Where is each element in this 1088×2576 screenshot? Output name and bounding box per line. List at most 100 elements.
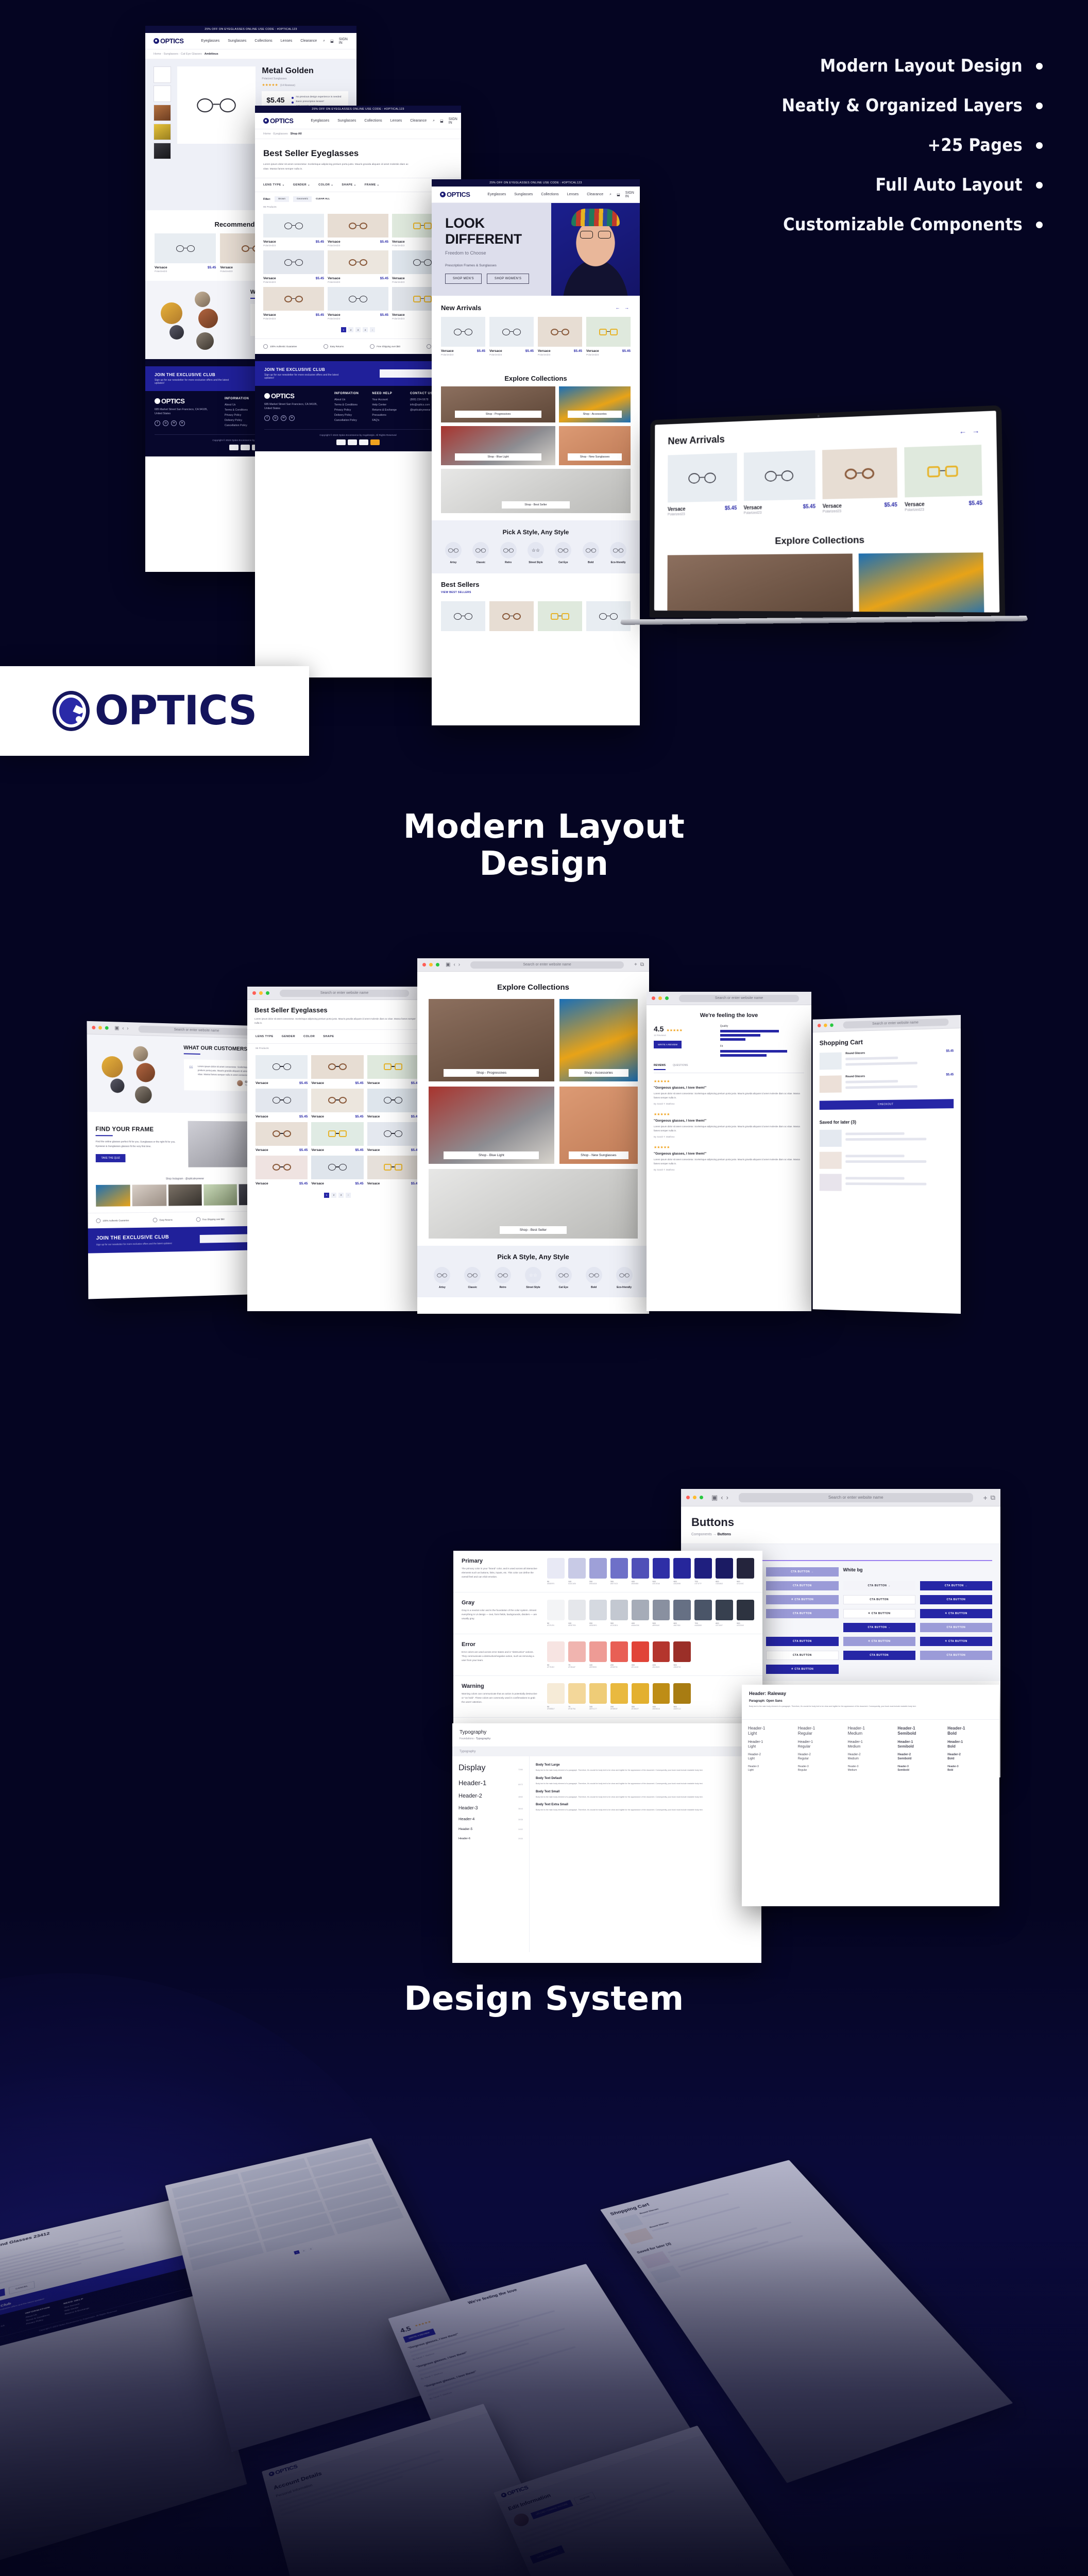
product-card[interactable]: Versace Polarized23 $5.45: [586, 317, 631, 356]
copy-icon[interactable]: ⧉: [640, 962, 644, 968]
bag-icon[interactable]: ⬓: [617, 193, 620, 197]
color-swatch[interactable]: 900 #24243C: [737, 1558, 755, 1585]
color-swatch[interactable]: 50 #F6EBD7: [547, 1683, 565, 1710]
page-next[interactable]: ›: [370, 327, 375, 333]
tab-questions[interactable]: QUESTIONS: [673, 1064, 688, 1070]
footer-link[interactable]: Privacy Policy: [334, 409, 359, 412]
filter-color[interactable]: COLOR: [303, 1035, 315, 1038]
product-card[interactable]: Versace $5.45: [367, 1122, 419, 1152]
tab-reviews[interactable]: REVIEWS: [654, 1064, 666, 1070]
nav-item-collections[interactable]: Collections: [364, 119, 382, 123]
product-card[interactable]: Versace $5.45: [311, 1122, 364, 1152]
cta-button-icon-light[interactable]: ⚘ CTA BUTTON: [843, 1636, 915, 1646]
color-swatch[interactable]: 100 #C8CAE6: [568, 1558, 586, 1585]
style-item[interactable]: Eco-friendly: [606, 542, 631, 564]
footer-link[interactable]: Returns & Exchange: [372, 409, 397, 412]
facebook-icon[interactable]: f: [155, 420, 160, 426]
product-card[interactable]: [489, 601, 534, 631]
style-item[interactable]: Retro: [496, 542, 521, 564]
color-swatch[interactable]: 800 #37404F: [716, 1600, 734, 1626]
product-card[interactable]: Versace Polarized23 $5.45: [538, 317, 582, 356]
color-swatch[interactable]: 900 #2D3340: [737, 1600, 755, 1626]
page-next[interactable]: ›: [346, 1192, 351, 1198]
product-card[interactable]: Versace $5.45: [311, 1155, 364, 1185]
product-card[interactable]: Versace $5.45: [256, 1155, 308, 1185]
cta-button-icon[interactable]: ⚘ CTA BUTTON: [920, 1608, 992, 1618]
footer-link[interactable]: Help Center: [372, 403, 397, 406]
product-card[interactable]: Versace Polarized23 $5.45: [822, 447, 897, 514]
color-swatch[interactable]: 75 #F0B4AF: [568, 1641, 586, 1668]
nav-item-clearance[interactable]: Clearance: [300, 39, 317, 43]
close-icon[interactable]: [652, 996, 655, 1000]
footer-link[interactable]: Delivery Policy: [334, 414, 359, 417]
instagram-icon[interactable]: ◎: [273, 415, 278, 421]
style-item[interactable]: Cat Eye: [551, 542, 575, 564]
color-swatch[interactable]: 500 #2E2EA6: [652, 1558, 670, 1585]
style-item[interactable]: ☆☆ Street Style: [520, 1267, 547, 1289]
product-card[interactable]: Versace $5.45: [256, 1088, 308, 1118]
cta-button-arrow-light[interactable]: CTA BUTTON →: [766, 1567, 839, 1577]
style-item[interactable]: Bold: [580, 1267, 607, 1289]
footer-link[interactable]: (800) 234-5678: [410, 398, 433, 401]
minimize-icon[interactable]: [429, 963, 433, 967]
footer-link[interactable]: About Us: [334, 398, 359, 401]
sign-in-link[interactable]: SIGN IN: [339, 38, 348, 45]
color-swatch[interactable]: 600 #667084: [673, 1600, 691, 1626]
color-swatch[interactable]: 400 #B4352D: [652, 1641, 670, 1668]
instagram-photo[interactable]: [203, 1184, 237, 1206]
collection-card[interactable]: Shop - New Sunglasses: [559, 1087, 638, 1164]
page-4[interactable]: 4: [363, 327, 368, 333]
nav-item-lenses[interactable]: Lenses: [567, 193, 579, 196]
nav-item-clearance[interactable]: Clearance: [587, 193, 603, 196]
search-icon[interactable]: ⌕: [323, 39, 325, 43]
forward-icon[interactable]: ›: [127, 1026, 128, 1031]
cta-button-white[interactable]: CTA BUTTON: [843, 1595, 915, 1604]
color-swatch[interactable]: 300 #E3B02F: [631, 1683, 649, 1710]
product-card[interactable]: Versace Polarized23 $5.45: [743, 450, 815, 515]
close-icon[interactable]: [817, 1024, 821, 1028]
color-swatch[interactable]: 50 #F7E4E2: [547, 1641, 565, 1668]
color-swatch[interactable]: 50 #F3F4F6: [547, 1600, 565, 1626]
product-card[interactable]: [538, 601, 582, 631]
back-icon[interactable]: ‹: [122, 1026, 124, 1031]
instagram-photo[interactable]: [168, 1184, 202, 1206]
product-card[interactable]: Versace $5.45: [256, 1122, 308, 1152]
color-swatch[interactable]: 200 #E85F55: [610, 1641, 628, 1668]
sidebar-icon[interactable]: ▣: [114, 1025, 119, 1031]
cta-button-white[interactable]: CTA BUTTON: [766, 1650, 839, 1660]
color-swatch[interactable]: 100 #EE9B95: [589, 1641, 607, 1668]
close-icon[interactable]: [252, 991, 256, 995]
close-icon[interactable]: [422, 963, 426, 967]
cta-button-arrow[interactable]: CTA BUTTON →: [843, 1622, 915, 1632]
color-swatch[interactable]: 600 #26269B: [673, 1558, 691, 1585]
filter-lens-type[interactable]: LENS TYPE ⌄: [263, 183, 285, 187]
product-card[interactable]: Versace $5.45: [311, 1055, 364, 1085]
instagram-photo[interactable]: [132, 1184, 167, 1207]
copy-icon[interactable]: ⧉: [991, 1494, 995, 1502]
cta-button-white-arrow[interactable]: CTA BUTTON →: [843, 1581, 915, 1590]
cta-button-light[interactable]: CTA BUTTON: [766, 1608, 839, 1618]
page-1[interactable]: 1: [324, 1192, 329, 1198]
filter-gender[interactable]: GENDER ⌄: [293, 183, 310, 187]
product-card[interactable]: Versace Polarized23 $5.45: [155, 233, 216, 273]
footer-link[interactable]: Precautions: [372, 414, 397, 417]
color-swatch[interactable]: 800 #1B1B63: [716, 1558, 734, 1585]
linkedin-icon[interactable]: in: [289, 415, 295, 421]
checkout-button[interactable]: CHECKOUT: [819, 1099, 954, 1110]
nav-item-collections[interactable]: Collections: [254, 39, 272, 43]
footer-link[interactable]: Cancellation Policy: [334, 419, 359, 422]
maximize-icon[interactable]: [436, 963, 439, 967]
footer-link[interactable]: Cancellation Policy: [225, 424, 249, 427]
search-icon[interactable]: ⌕: [609, 193, 611, 197]
cta-button-light[interactable]: CTA BUTTON: [920, 1650, 992, 1660]
back-icon[interactable]: ‹: [453, 962, 455, 968]
cta-button-light[interactable]: CTA BUTTON: [920, 1622, 992, 1632]
product-card[interactable]: Versace $5.45: [367, 1155, 419, 1185]
color-swatch[interactable]: 300 #C3C8D1: [610, 1600, 628, 1626]
product-card[interactable]: Versace Polarized23 $5.45: [904, 445, 982, 512]
collection-card[interactable]: Shop - Best Seller: [441, 469, 631, 513]
sign-in-link[interactable]: SIGN IN: [449, 117, 457, 125]
footer-link[interactable]: Privacy Policy: [225, 414, 249, 417]
thumbnail[interactable]: [154, 86, 171, 102]
carousel-arrows[interactable]: ← →: [615, 305, 631, 310]
